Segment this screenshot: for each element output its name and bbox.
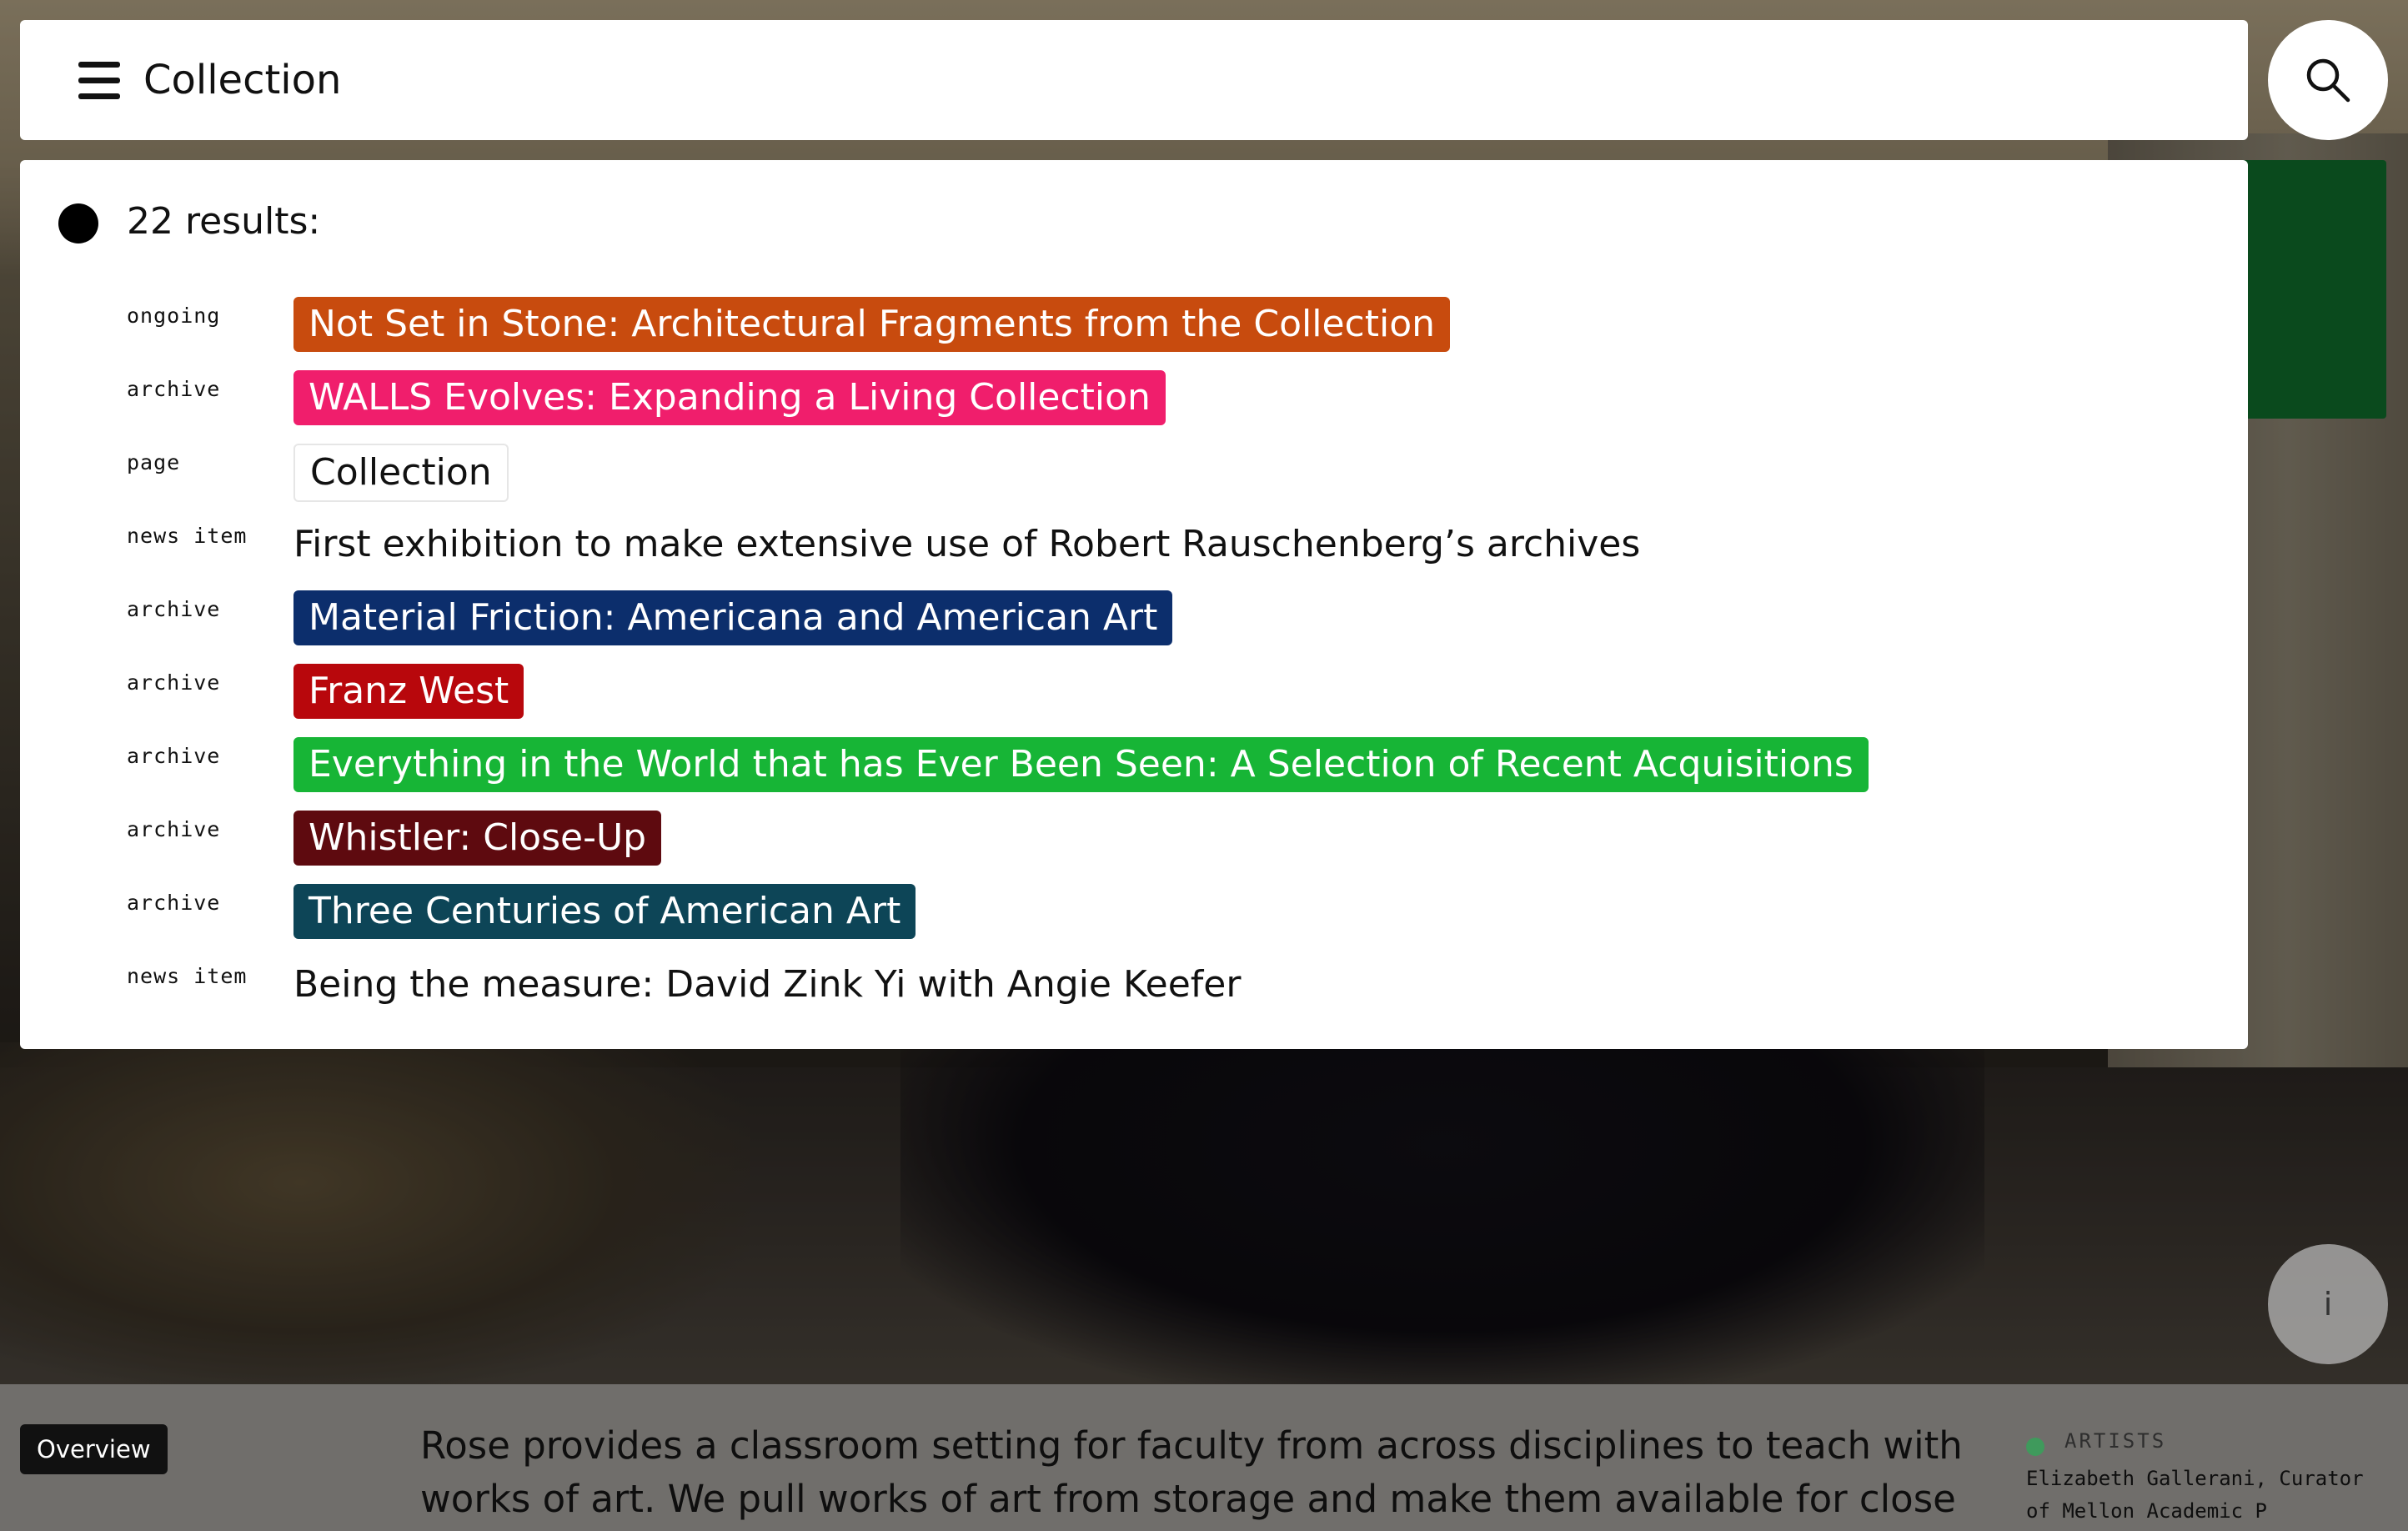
result-type: archive	[127, 377, 221, 401]
overview-text: Rose provides a classroom setting for fa…	[420, 1423, 1963, 1521]
info-button[interactable]: i	[2268, 1244, 2388, 1364]
result-type: archive	[127, 817, 221, 841]
results-count: 22 results:	[127, 200, 321, 243]
result-title-link[interactable]: Whistler: Close-Up	[293, 811, 662, 866]
search-input[interactable]	[143, 45, 2211, 115]
result-row[interactable]: archive Whistler: Close-Up	[127, 811, 2211, 869]
result-type: archive	[127, 597, 221, 621]
result-title-link[interactable]: Material Friction: Americana and America…	[293, 590, 1173, 645]
magnifier-icon	[2306, 58, 2350, 103]
result-row[interactable]: archive WALLS Evolves: Expanding a Livin…	[127, 370, 2211, 429]
result-type: archive	[127, 891, 221, 915]
result-row[interactable]: page Collection	[127, 444, 2211, 502]
result-row[interactable]: news item Being the measure: David Zink …	[127, 957, 2211, 1016]
result-type: ongoing	[127, 304, 221, 328]
result-title-link[interactable]: Everything in the World that has Ever Be…	[293, 737, 1869, 792]
result-title-link[interactable]: Being the measure: David Zink Yi with An…	[293, 957, 1241, 1012]
result-title-link[interactable]: First exhibition to make extensive use o…	[293, 517, 1640, 572]
result-title-link[interactable]: Not Set in Stone: Architectural Fragment…	[293, 297, 1451, 352]
result-title-link[interactable]: Three Centuries of American Art	[293, 884, 916, 939]
search-results-panel: 22 results: ongoing Not Set in Stone: Ar…	[20, 160, 2248, 1049]
result-row[interactable]: news item First exhibition to make exten…	[127, 517, 2211, 575]
result-type: news item	[127, 524, 248, 548]
result-type: archive	[127, 744, 221, 768]
page-content-strip: Overview Rose provides a classroom setti…	[0, 1384, 2408, 1531]
result-title-link[interactable]: WALLS Evolves: Expanding a Living Collec…	[293, 370, 1166, 425]
hamburger-menu-icon[interactable]	[78, 60, 120, 100]
result-row[interactable]: archive Everything in the World that has…	[127, 737, 2211, 796]
result-row[interactable]: ongoing Not Set in Stone: Architectural …	[127, 297, 2211, 355]
result-title-link[interactable]: Franz West	[293, 664, 524, 719]
search-bar	[20, 20, 2248, 140]
result-type: news item	[127, 964, 248, 988]
result-title-link[interactable]: Collection	[293, 444, 509, 502]
artists-text: Elizabeth Gallerani, Curator of Mellon A…	[2026, 1467, 2364, 1523]
result-row[interactable]: archive Material Friction: Americana and…	[127, 590, 2211, 649]
status-dot-icon	[2026, 1438, 2044, 1456]
search-button[interactable]	[2268, 20, 2388, 140]
result-type: page	[127, 450, 181, 474]
filled-circle-icon	[58, 203, 98, 243]
result-type: archive	[127, 670, 221, 695]
tab-overview[interactable]: Overview	[20, 1424, 168, 1474]
result-row[interactable]: archive Three Centuries of American Art	[127, 884, 2211, 942]
artists-label: ARTISTS	[2064, 1429, 2167, 1453]
result-row[interactable]: archive Franz West	[127, 664, 2211, 722]
